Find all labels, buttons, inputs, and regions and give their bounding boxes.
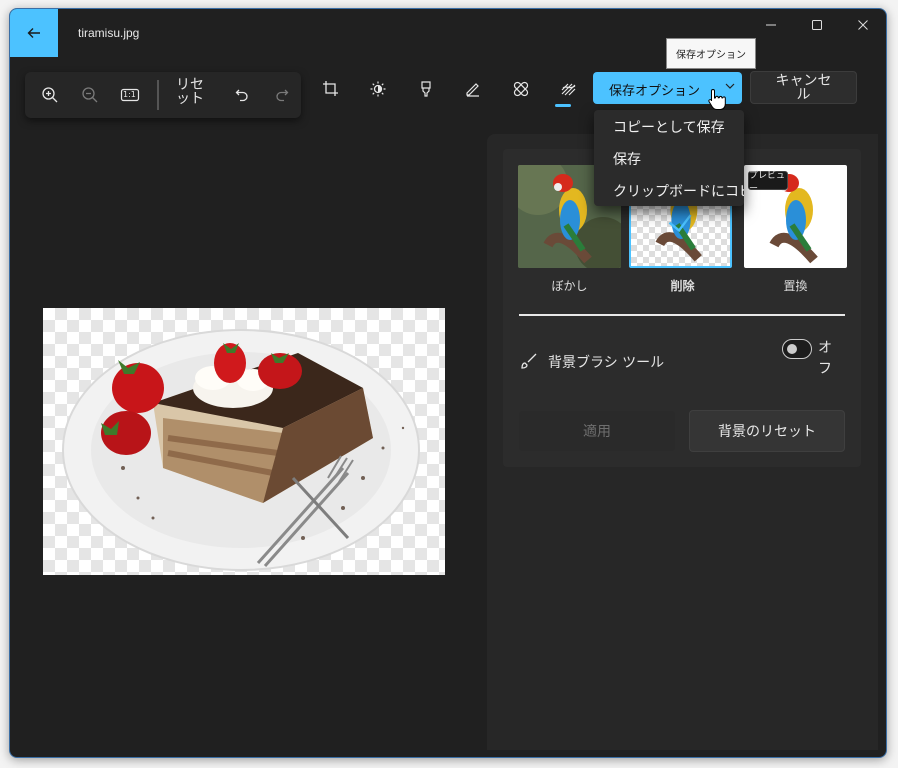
save-options-tooltip: 保存オプション [666,38,756,69]
maximize-icon [812,20,822,30]
pen-icon [466,83,479,97]
zoom-in-button[interactable] [33,78,67,112]
background-brush-tool-label: 背景ブラシ ツール [548,355,665,371]
zoom-in-icon [42,87,58,103]
crop-icon [323,81,338,96]
undo-button[interactable] [225,78,259,112]
back-button[interactable] [10,9,58,57]
adjustment-button[interactable] [362,73,394,105]
panel-divider [519,314,845,316]
crop-button[interactable] [315,73,347,105]
save-menu-item[interactable]: 保存 [594,142,744,174]
window-title: tiramisu.jpg [78,26,140,40]
maximize-button[interactable] [794,9,840,41]
filter-button[interactable] [410,73,442,105]
edited-photo [43,308,445,575]
minimize-button[interactable] [748,9,794,41]
background-brush-toggle[interactable] [782,339,812,359]
close-icon [858,20,868,30]
view-toolbar: 1:1 リセ ット [25,72,301,118]
replace-option-label: 置換 [783,279,808,293]
marker-icon [421,81,431,97]
toggle-knob [787,344,797,354]
background-icon [561,83,576,96]
toggle-state-label: オ フ [818,340,832,377]
background-button[interactable] [553,73,585,105]
arrow-left-icon [27,28,40,38]
redo-icon [276,89,289,102]
cancel-button[interactable]: キャンセ ル [750,71,857,104]
toolbar-divider [157,80,159,110]
blur-option-label: ぼかし [551,279,588,293]
copy-to-clipboard-menu-item[interactable]: クリップボードにコピー [594,174,744,206]
spot-fix-button[interactable] [505,73,537,105]
zoom-out-button[interactable] [73,78,107,112]
zoom-ratio-label: 1:1 [123,90,136,99]
save-options-menu: コピーとして保存 保存 クリップボードにコピー [594,110,744,206]
redo-button[interactable] [265,78,299,112]
hand-cursor-icon [708,88,726,116]
preview-tooltip: プレビュー [748,171,788,194]
reset-button[interactable]: リセ ット [167,78,213,112]
brightness-icon [370,81,386,97]
zoom-out-icon [82,87,98,103]
markup-button[interactable] [457,73,489,105]
actual-size-button[interactable]: 1:1 [113,78,147,112]
bandage-icon [513,81,529,97]
close-button[interactable] [840,9,886,41]
remove-option-label: 削除 [670,279,695,293]
save-options-label: 保存オプション [609,83,701,98]
active-tool-indicator [555,104,571,107]
reset-background-button[interactable]: 背景のリセット [689,410,845,452]
brush-icon [521,352,539,374]
undo-icon [235,89,248,102]
minimize-icon [766,24,776,26]
tiramisu-cutout-image [62,329,420,571]
apply-button[interactable]: 適用 [519,411,675,451]
